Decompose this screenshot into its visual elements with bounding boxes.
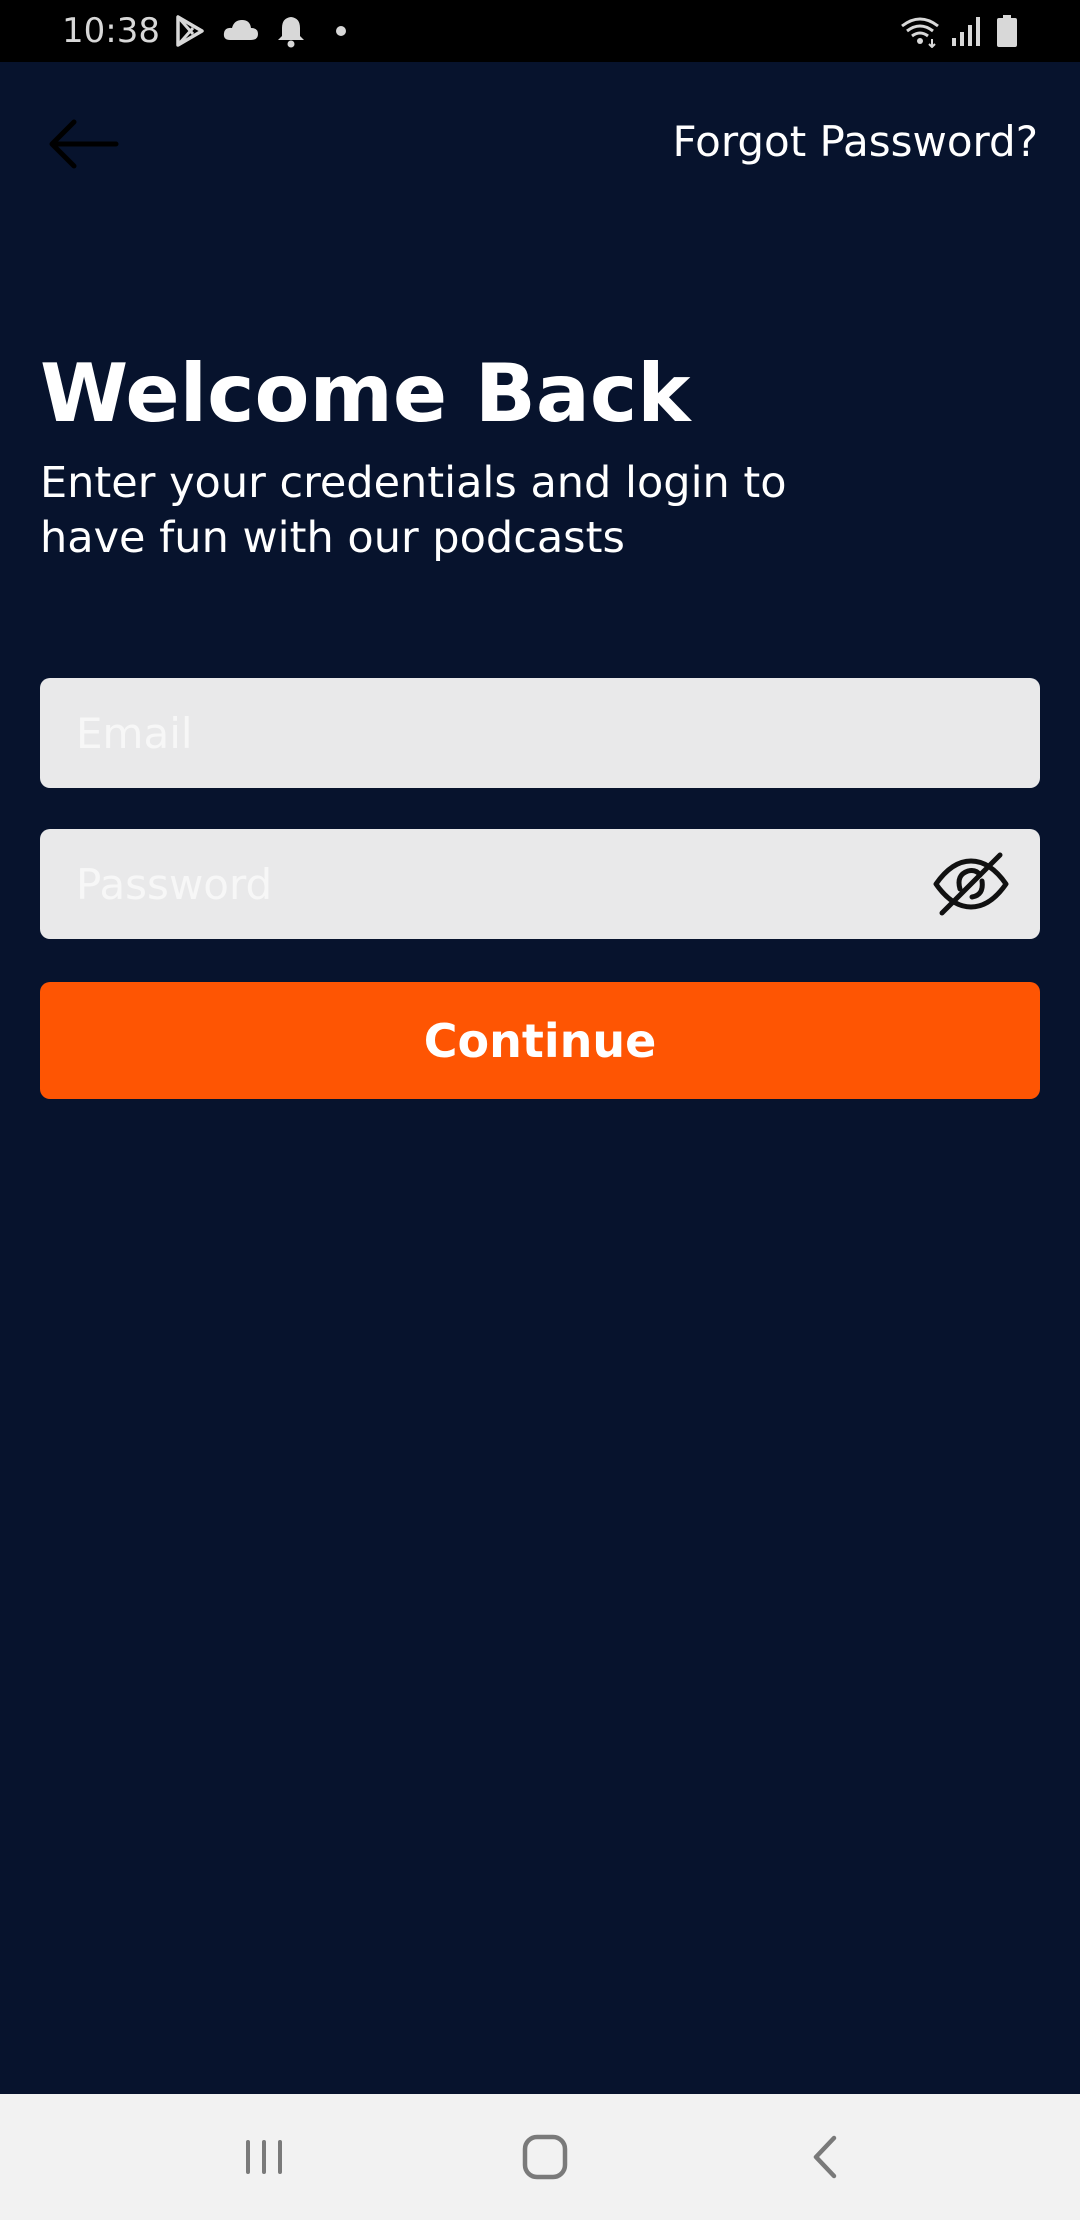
play-store-icon <box>176 15 204 47</box>
continue-button[interactable]: Continue <box>40 982 1040 1099</box>
home-icon[interactable] <box>505 2122 585 2192</box>
email-input[interactable] <box>40 678 1040 788</box>
forgot-password-link[interactable]: Forgot Password? <box>672 116 1038 168</box>
page-subtitle: Enter your credentials and login to have… <box>40 458 787 563</box>
dot-icon <box>336 26 346 36</box>
back-chevron-icon[interactable] <box>786 2122 866 2192</box>
back-arrow-icon[interactable] <box>44 112 124 176</box>
signal-icon <box>952 17 980 46</box>
recents-icon[interactable] <box>224 2122 304 2192</box>
page-title: Welcome Back <box>40 347 691 440</box>
email-field-container <box>40 678 1040 788</box>
wifi-icon <box>901 17 939 48</box>
system-nav-bar <box>0 2094 1080 2220</box>
eye-slash-icon[interactable] <box>932 851 1010 917</box>
cloud-icon <box>223 20 258 40</box>
login-screen: 10:38 Forgot Password? Welcome Back Ente… <box>0 0 1080 2220</box>
password-input[interactable] <box>40 829 1040 939</box>
battery-icon <box>997 15 1017 47</box>
status-time: 10:38 <box>62 11 160 51</box>
notification-bell-icon <box>278 17 304 48</box>
password-field-container <box>40 829 1040 939</box>
status-bar: 10:38 <box>0 0 1080 62</box>
